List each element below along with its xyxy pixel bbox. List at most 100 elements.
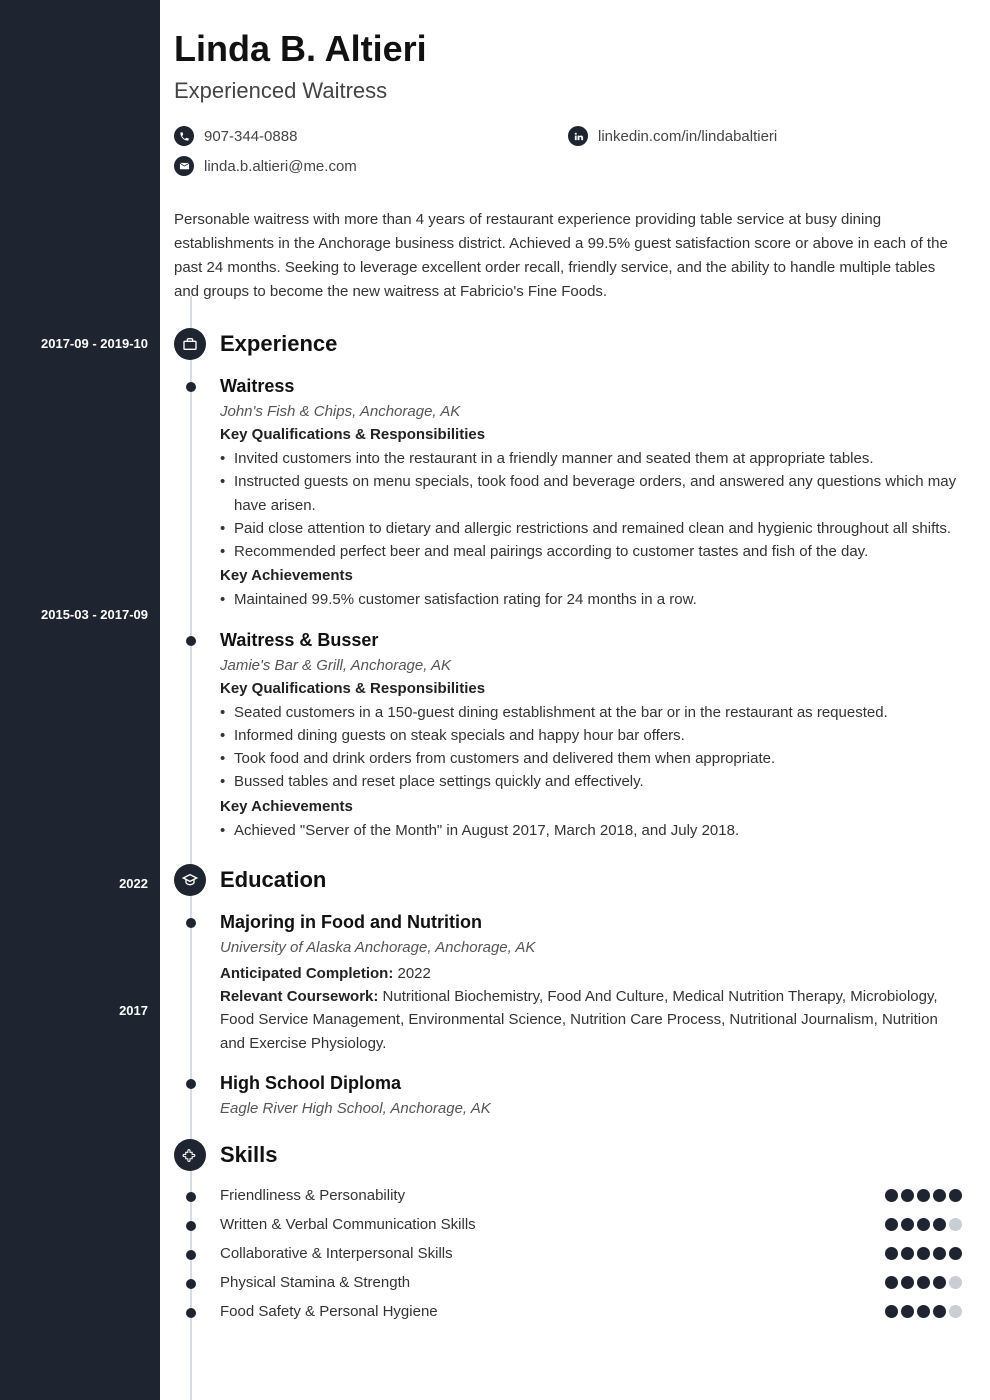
list-item: Recommended perfect beer and meal pairin… <box>220 540 962 563</box>
rating-dot <box>933 1247 946 1260</box>
puzzle-icon <box>174 1139 206 1171</box>
exp-0-title: Waitress <box>220 376 962 397</box>
rating-dot <box>917 1305 930 1318</box>
skill-row: Food Safety & Personal Hygiene <box>220 1303 962 1320</box>
timeline-dot <box>186 1279 196 1289</box>
exp-0-sub: John's Fish & Chips, Anchorage, AK <box>220 403 962 420</box>
person-name: Linda B. Altieri <box>174 28 962 70</box>
rating-dot <box>885 1305 898 1318</box>
edu-entry-1: High School Diploma Eagle River High Sch… <box>220 1073 962 1117</box>
rating-dot <box>949 1218 962 1231</box>
section-header-education: Education <box>174 864 962 896</box>
rating-dot <box>933 1305 946 1318</box>
contact-email: linda.b.altieri@me.com <box>174 156 568 176</box>
list-item: Instructed guests on menu specials, took… <box>220 470 962 517</box>
skill-rating <box>885 1305 962 1318</box>
resume-page: 2017-09 - 2019-10 2015-03 - 2017-09 2022… <box>0 0 990 1400</box>
main-content: Linda B. Altieri Experienced Waitress 90… <box>160 0 990 1400</box>
skill-name: Friendliness & Personability <box>220 1187 405 1204</box>
date-exp-0: 2017-09 - 2019-10 <box>41 336 148 351</box>
timeline-dot <box>186 382 196 392</box>
skill-name: Collaborative & Interpersonal Skills <box>220 1245 453 1262</box>
edu-0-anticipated: Anticipated Completion: 2022 <box>220 962 962 985</box>
exp-entry-1: Waitress & Busser Jamie's Bar & Grill, A… <box>220 630 962 842</box>
timeline-dot <box>186 1308 196 1318</box>
exp-1-achs: Achieved "Server of the Month" in August… <box>220 819 962 842</box>
date-exp-1: 2015-03 - 2017-09 <box>41 607 148 622</box>
skill-row: Friendliness & Personability <box>220 1187 962 1204</box>
timeline-dot <box>186 1250 196 1260</box>
list-item: Invited customers into the restaurant in… <box>220 447 962 470</box>
rating-dot <box>949 1305 962 1318</box>
exp-1-sub: Jamie's Bar & Grill, Anchorage, AK <box>220 657 962 674</box>
exp-0-achs: Maintained 99.5% customer satisfaction r… <box>220 588 962 611</box>
coursework-label: Relevant Coursework: <box>220 988 378 1005</box>
contact-linkedin: linkedin.com/in/lindabaltieri <box>568 126 962 146</box>
edu-entry-0: Majoring in Food and Nutrition Universit… <box>220 912 962 1055</box>
edu-0-coursework: Relevant Coursework: Nutritional Biochem… <box>220 985 962 1055</box>
rating-dot <box>917 1247 930 1260</box>
skills-title: Skills <box>220 1142 277 1168</box>
skill-row: Written & Verbal Communication Skills <box>220 1216 962 1233</box>
person-title: Experienced Waitress <box>174 78 962 104</box>
section-skills: Skills Friendliness & Personability Writt… <box>220 1139 962 1320</box>
edu-1-sub: Eagle River High School, Anchorage, AK <box>220 1100 962 1117</box>
rating-dot <box>949 1189 962 1202</box>
date-edu-0: 2022 <box>119 876 148 891</box>
edu-0-sub: University of Alaska Anchorage, Anchorag… <box>220 939 962 956</box>
rating-dot <box>885 1276 898 1289</box>
linkedin-icon <box>568 126 588 146</box>
skill-name: Food Safety & Personal Hygiene <box>220 1303 438 1320</box>
exp-0-qual-label: Key Qualifications & Responsibilities <box>220 426 962 443</box>
exp-1-qual-label: Key Qualifications & Responsibilities <box>220 680 962 697</box>
timeline-dot <box>186 1079 196 1089</box>
rating-dot <box>901 1189 914 1202</box>
skill-name: Written & Verbal Communication Skills <box>220 1216 476 1233</box>
skill-row: Physical Stamina & Strength <box>220 1274 962 1291</box>
section-header-skills: Skills <box>174 1139 962 1171</box>
rating-dot <box>901 1247 914 1260</box>
exp-0-ach-label: Key Achievements <box>220 567 962 584</box>
phone-text: 907-344-0888 <box>204 128 297 145</box>
rating-dot <box>917 1189 930 1202</box>
rating-dot <box>901 1305 914 1318</box>
section-education: Education Majoring in Food and Nutrition… <box>220 864 962 1117</box>
rating-dot <box>901 1218 914 1231</box>
list-item: Maintained 99.5% customer satisfaction r… <box>220 588 962 611</box>
list-item: Took food and drink orders from customer… <box>220 747 962 770</box>
exp-1-quals: Seated customers in a 150-guest dining e… <box>220 701 962 794</box>
skill-rating <box>885 1189 962 1202</box>
rating-dot <box>933 1276 946 1289</box>
edu-0-title: Majoring in Food and Nutrition <box>220 912 962 933</box>
skills-list: Friendliness & Personability Written & Ve… <box>220 1187 962 1320</box>
rating-dot <box>885 1247 898 1260</box>
phone-icon <box>174 126 194 146</box>
rating-dot <box>901 1276 914 1289</box>
sidebar: 2017-09 - 2019-10 2015-03 - 2017-09 2022… <box>0 0 160 1400</box>
skill-rating <box>885 1247 962 1260</box>
exp-entry-0: Waitress John's Fish & Chips, Anchorage,… <box>220 376 962 612</box>
briefcase-icon <box>174 328 206 360</box>
list-item: Informed dining guests on steak specials… <box>220 724 962 747</box>
rating-dot <box>949 1276 962 1289</box>
skill-row: Collaborative & Interpersonal Skills <box>220 1245 962 1262</box>
exp-1-ach-label: Key Achievements <box>220 798 962 815</box>
timeline-line <box>190 296 192 1400</box>
timeline-dot <box>186 918 196 928</box>
rating-dot <box>885 1189 898 1202</box>
list-item: Paid close attention to dietary and alle… <box>220 517 962 540</box>
education-title: Education <box>220 867 326 893</box>
section-header-experience: Experience <box>174 328 962 360</box>
email-icon <box>174 156 194 176</box>
rating-dot <box>885 1218 898 1231</box>
timeline-dot <box>186 1192 196 1202</box>
skill-rating <box>885 1276 962 1289</box>
list-item: Bussed tables and reset place settings q… <box>220 770 962 793</box>
list-item: Seated customers in a 150-guest dining e… <box>220 701 962 724</box>
anticipated-value: 2022 <box>393 965 431 982</box>
edu-1-title: High School Diploma <box>220 1073 962 1094</box>
graduation-cap-icon <box>174 864 206 896</box>
rating-dot <box>933 1189 946 1202</box>
rating-dot <box>917 1276 930 1289</box>
rating-dot <box>917 1218 930 1231</box>
